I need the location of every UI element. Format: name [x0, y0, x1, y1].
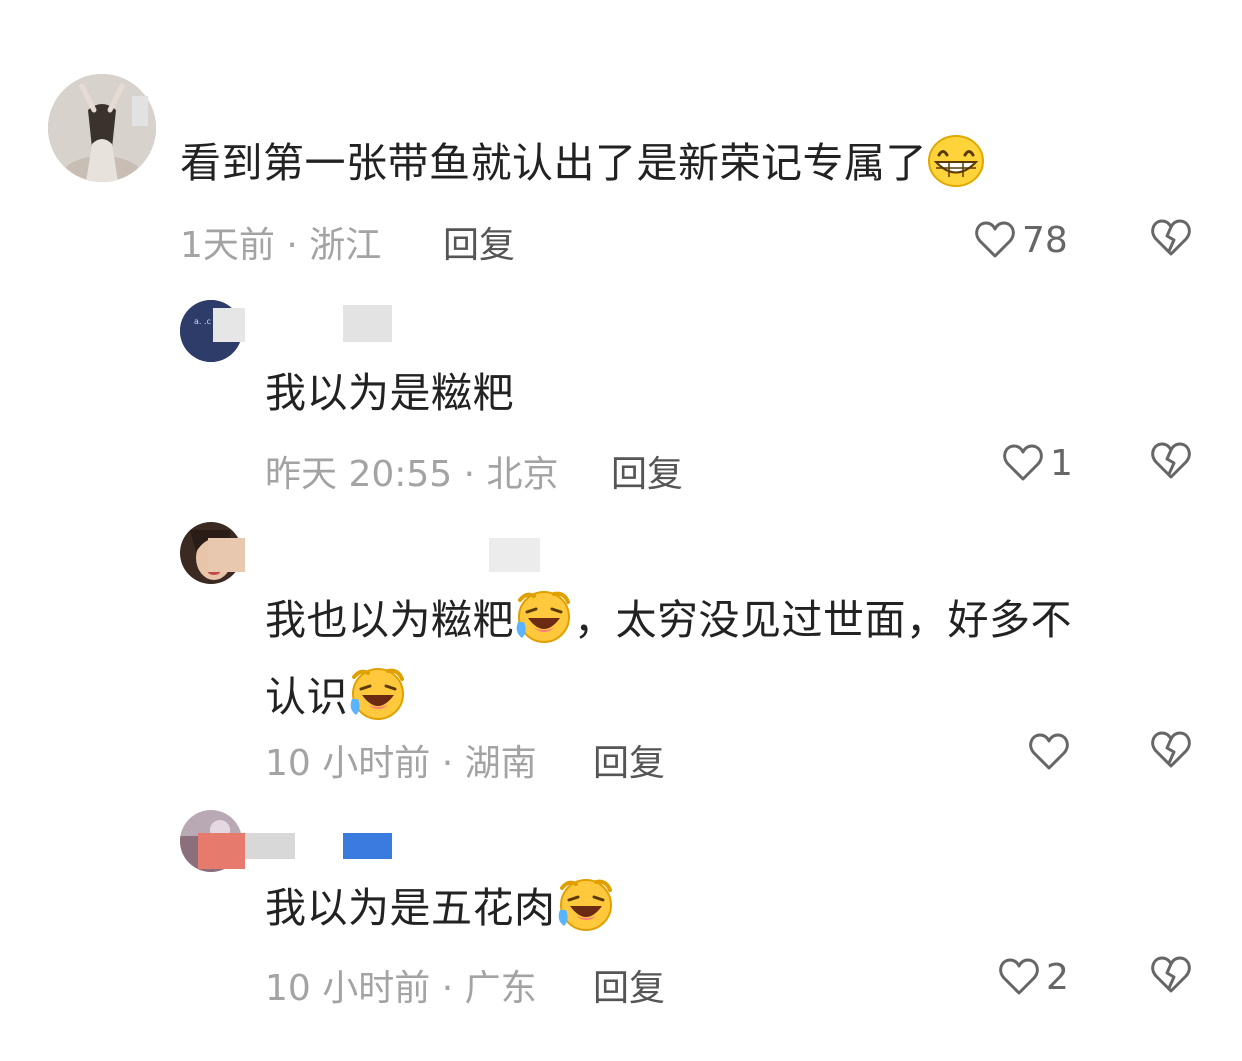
comment-text: 我以为是五花肉: [265, 876, 616, 949]
heart-outline-icon: [998, 957, 1040, 997]
heart-outline-icon: [1028, 732, 1070, 772]
like-button[interactable]: 2: [998, 955, 1069, 999]
comment-text: 我也以为糍粑 ，太穷没见过世面，好多不 认识: [265, 588, 1165, 738]
laughing-tears-emoji: [556, 876, 616, 949]
comment-text: 我以为是糍粑: [265, 369, 514, 417]
redacted-username: [489, 538, 540, 572]
comment-text-line2: 认识: [265, 673, 348, 721]
redacted-username: [245, 833, 295, 859]
comment-text-content: 我以为是五花肉: [265, 884, 556, 932]
grinning-face-emoji: [927, 135, 985, 204]
laughing-tears-emoji: [348, 665, 408, 738]
like-button[interactable]: [1028, 730, 1076, 774]
comment-text-line1-tail: ，太穷没见过世面，好多不: [574, 596, 1072, 644]
heart-outline-icon: [974, 220, 1016, 260]
reply-button[interactable]: 回复: [443, 216, 515, 268]
reply-button[interactable]: 回复: [593, 959, 665, 1011]
like-count: 78: [1022, 219, 1068, 261]
broken-heart-icon: [1150, 442, 1192, 485]
like-button[interactable]: 1: [1002, 441, 1073, 485]
redacted-username: [208, 538, 245, 572]
redacted-username: [132, 96, 148, 126]
redacted-username: [343, 305, 392, 342]
like-count: 2: [1046, 956, 1069, 998]
comment-time-location: 1天前 · 浙江: [180, 225, 382, 266]
dislike-button[interactable]: [1150, 441, 1192, 485]
dislike-button[interactable]: [1150, 730, 1192, 774]
svg-text:a. .c: a. .c: [194, 317, 211, 326]
comment-time-location: 10 小时前 · 广东: [265, 968, 537, 1009]
comment-text-line1: 我也以为糍粑: [265, 596, 514, 644]
redacted-username: [343, 833, 392, 859]
dislike-button[interactable]: [1150, 218, 1192, 262]
like-count: 1: [1050, 442, 1073, 484]
dislike-button[interactable]: [1150, 955, 1192, 999]
heart-outline-icon: [1002, 443, 1044, 483]
reply-button[interactable]: 回复: [593, 734, 665, 786]
broken-heart-icon: [1150, 219, 1192, 262]
laughing-tears-emoji: [514, 588, 574, 661]
comment-time-location: 昨天 20:55 · 北京: [265, 454, 559, 495]
avatar[interactable]: [48, 74, 156, 182]
comment-text-content: 看到第一张带鱼就认出了是新荣记专属了: [180, 139, 927, 187]
comment-text: 看到第一张带鱼就认出了是新荣记专属了: [180, 132, 985, 204]
like-button[interactable]: 78: [974, 218, 1068, 262]
comment-time-location: 10 小时前 · 湖南: [265, 743, 537, 784]
broken-heart-icon: [1150, 956, 1192, 999]
broken-heart-icon: [1150, 731, 1192, 774]
redacted-username: [198, 833, 245, 869]
redacted-username: [213, 308, 245, 342]
reply-button[interactable]: 回复: [611, 445, 683, 497]
